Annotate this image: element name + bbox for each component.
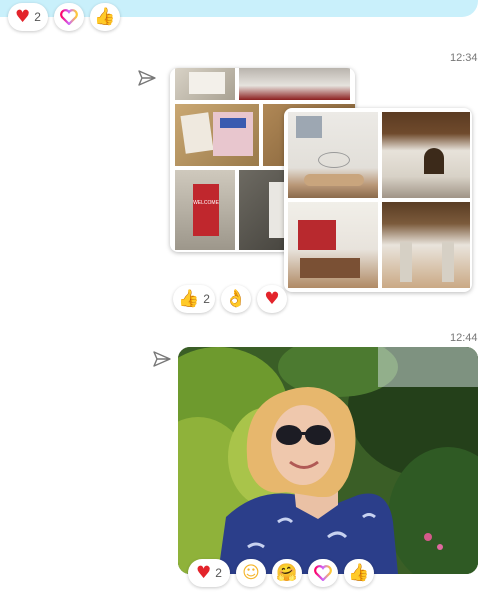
reaction-smile[interactable]: ☺ xyxy=(236,559,266,587)
reaction-thumbs-up[interactable]: 👍 2 xyxy=(173,285,215,313)
reactions-top: ♥ 2 👍 xyxy=(8,3,120,31)
reactions-message2: ♥ 2 ☺ 🤗 👍 xyxy=(188,559,374,587)
reaction-heart[interactable]: ♥ 2 xyxy=(8,3,48,31)
photo-tile[interactable] xyxy=(175,104,259,166)
photo-album-front[interactable] xyxy=(284,108,472,292)
photo-tile[interactable] xyxy=(239,68,350,100)
reaction-ok-hand[interactable]: 👌 xyxy=(221,285,251,313)
timestamp: 12:34 xyxy=(450,52,478,64)
reaction-count: 2 xyxy=(215,566,222,580)
reaction-count: 2 xyxy=(203,292,210,306)
reaction-count: 2 xyxy=(34,10,41,24)
heart-outline-icon xyxy=(314,565,332,581)
heart-icon: ♥ xyxy=(15,6,31,27)
heart-icon: ♥ xyxy=(196,562,212,583)
photo-tile[interactable] xyxy=(382,112,470,198)
ok-hand-icon: 👌 xyxy=(225,288,247,309)
reaction-heart-outline[interactable] xyxy=(308,559,338,587)
reactions-message1: 👍 2 👌 ♥ xyxy=(173,285,287,313)
reaction-thumbs-up[interactable]: 👍 xyxy=(344,559,374,587)
reaction-thumbs-up[interactable]: 👍 xyxy=(89,3,120,31)
thumbs-up-icon: 👍 xyxy=(94,6,116,27)
heart-icon: ♥ xyxy=(264,288,280,309)
thumbs-up-icon: 👍 xyxy=(348,562,370,583)
photo-tile[interactable]: WELCOME xyxy=(175,170,235,250)
timestamp: 12:44 xyxy=(450,332,478,344)
reaction-heart[interactable]: ♥ xyxy=(257,285,287,313)
thumbs-up-icon: 👍 xyxy=(178,288,200,309)
send-icon xyxy=(153,351,171,367)
poster-text: WELCOME xyxy=(193,200,219,206)
photo-tile[interactable] xyxy=(175,68,235,100)
heart-outline-icon xyxy=(60,9,78,25)
reaction-heart-outline[interactable] xyxy=(53,3,84,31)
reaction-hug[interactable]: 🤗 xyxy=(272,559,302,587)
photo-tile[interactable] xyxy=(382,202,470,288)
photo-tile[interactable] xyxy=(288,202,378,288)
hug-icon: 🤗 xyxy=(276,562,298,583)
photo-tile[interactable] xyxy=(288,112,378,198)
reaction-heart[interactable]: ♥ 2 xyxy=(188,559,230,587)
send-icon xyxy=(138,70,156,86)
portrait-photo[interactable] xyxy=(178,347,478,574)
portrait-illustration xyxy=(178,347,478,574)
smile-icon: ☺ xyxy=(242,562,260,583)
